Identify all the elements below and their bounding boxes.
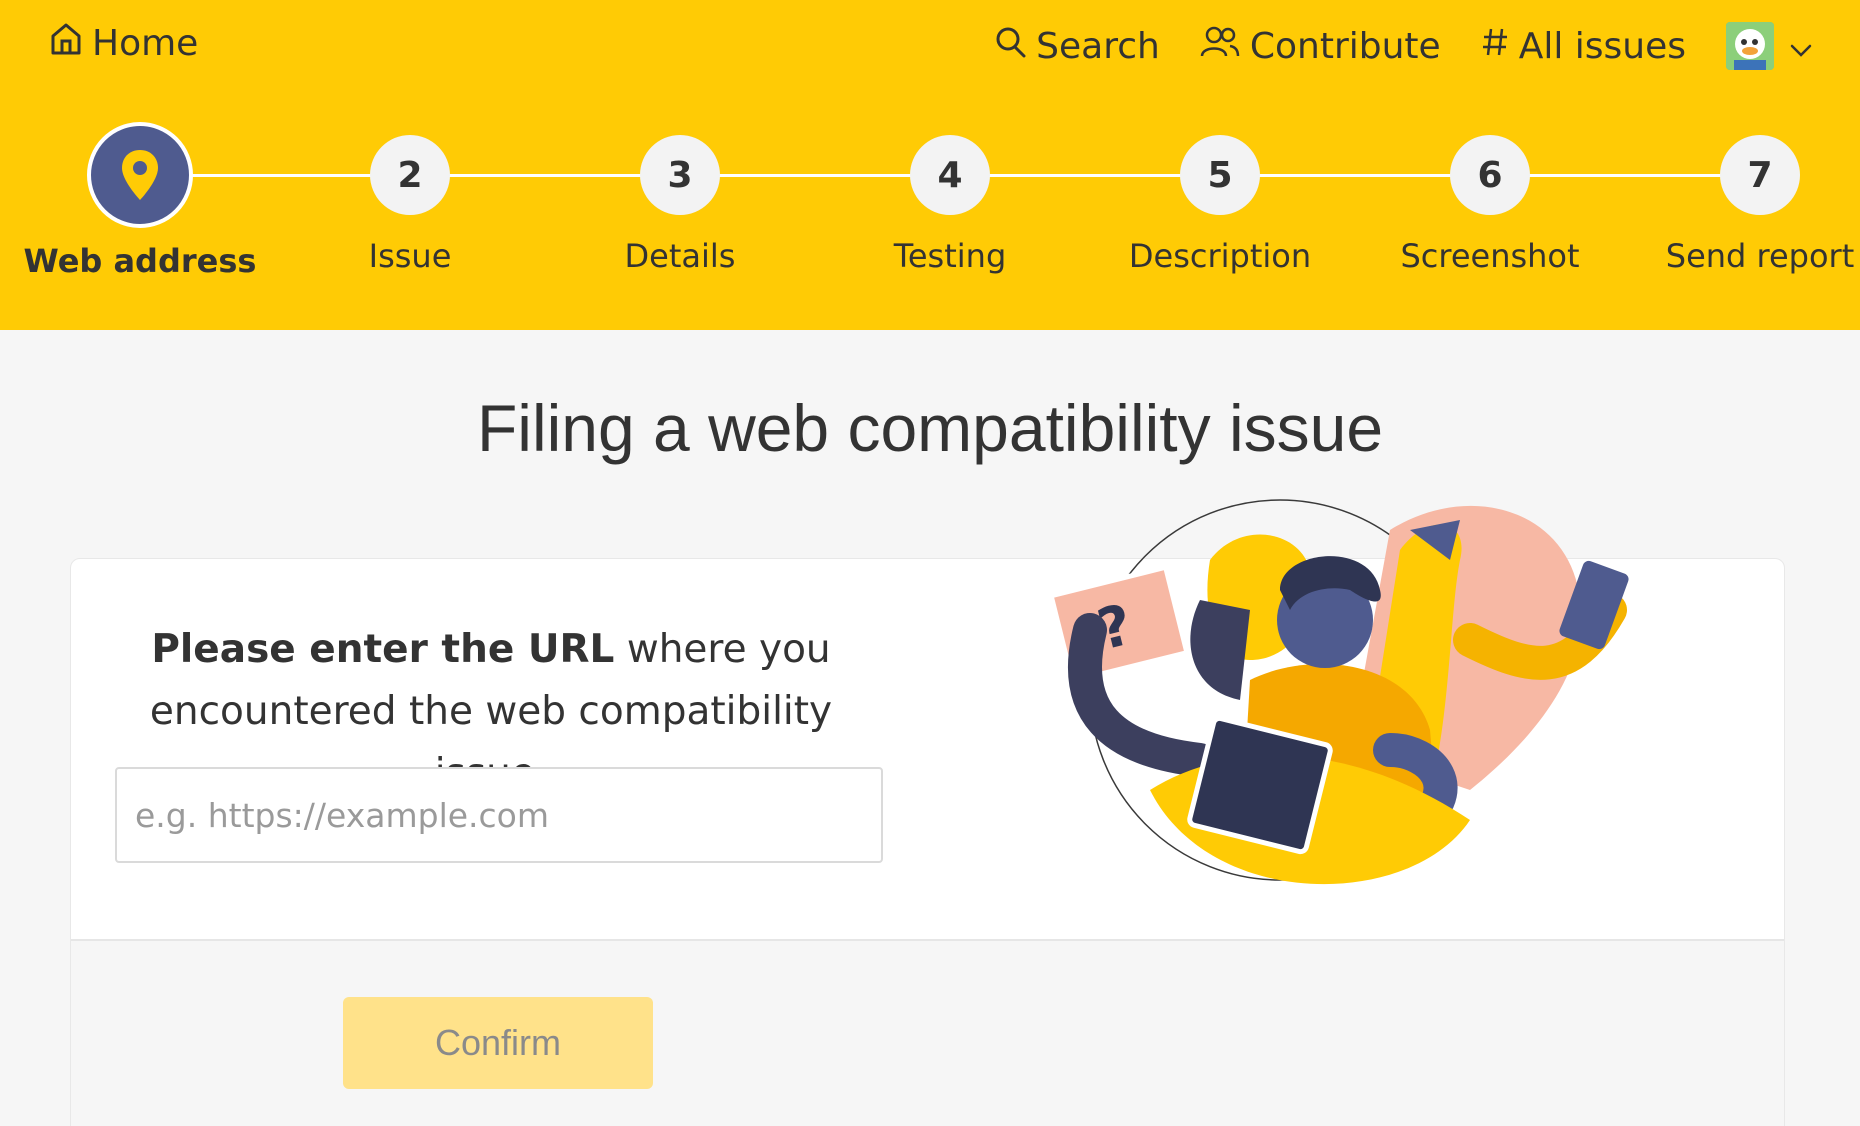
step-5-circle: 5 (1180, 135, 1260, 215)
step-label: Description (1128, 237, 1312, 275)
step-label: Web address (23, 242, 257, 280)
step-label: Testing (893, 237, 1007, 275)
step-testing[interactable]: 4 Testing (830, 120, 1070, 275)
instruction-bold: Please enter the URL (151, 627, 615, 672)
page-title: Filing a web compatibility issue (476, 391, 1384, 465)
step-details[interactable]: 3 Details (560, 120, 800, 275)
site-header: Home Search Contribute All issues Web ad… (0, 0, 1860, 330)
step-label: Issue (368, 237, 452, 275)
step-screenshot[interactable]: 6 Screenshot (1370, 120, 1610, 275)
top-nav: Search Contribute All issues (996, 22, 1812, 70)
all-issues-link[interactable]: All issues (1481, 26, 1686, 67)
step-3-circle: 3 (640, 135, 720, 215)
url-input[interactable] (115, 767, 883, 863)
user-menu[interactable] (1726, 22, 1812, 70)
people-icon (1200, 26, 1240, 67)
team-illustration: ? (1050, 499, 1629, 885)
home-label: Home (92, 23, 199, 64)
search-icon (996, 26, 1026, 67)
step-6-circle: 6 (1450, 135, 1530, 215)
step-description[interactable]: 5 Description (1100, 120, 1340, 275)
all-issues-label: All issues (1518, 25, 1686, 67)
hash-icon (1481, 26, 1509, 67)
step-label: Send report (1665, 237, 1855, 275)
confirm-button[interactable]: Confirm (343, 997, 653, 1089)
step-issue[interactable]: 2 Issue (290, 120, 530, 275)
step-2-circle: 2 (370, 135, 450, 215)
step-web-address[interactable]: Web address (20, 120, 260, 280)
step-4-circle: 4 (910, 135, 990, 215)
step-label: Details (624, 237, 736, 275)
step-label: Screenshot (1400, 237, 1580, 275)
search-link[interactable]: Search (996, 26, 1160, 67)
contribute-label: Contribute (1249, 25, 1441, 67)
home-link[interactable]: Home (50, 22, 198, 65)
chevron-down-icon (1790, 26, 1812, 67)
progress-stepper: Web address 2 Issue 3 Details 4 Testing … (0, 120, 1860, 300)
card-footer (71, 939, 1784, 1126)
search-label: Search (1036, 25, 1160, 67)
step-send-report[interactable]: 7 Send report (1640, 120, 1860, 275)
step-1-circle (87, 122, 193, 228)
step-7-circle: 7 (1720, 135, 1800, 215)
home-icon (50, 22, 82, 65)
contribute-link[interactable]: Contribute (1200, 26, 1441, 67)
location-pin-icon (122, 150, 158, 200)
avatar (1726, 22, 1774, 70)
